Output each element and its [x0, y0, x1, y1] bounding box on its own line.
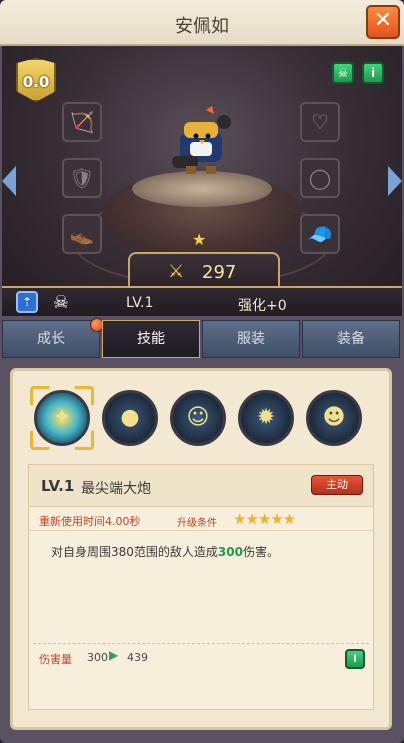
desc-suffix: 伤害。: [242, 545, 279, 559]
skill-list: ✦ ● ☺ ✹ ☻: [22, 386, 382, 450]
cooldown-text: 重新使用时间4.00秒: [39, 515, 141, 528]
skill-description: 对自身周围380范围的敌人造成300伤害。: [51, 543, 279, 560]
desc-prefix: 对自身周围380范围的敌人造成: [51, 545, 218, 559]
hat-slot-icon[interactable]: 🧢: [300, 214, 340, 254]
tab-equipment[interactable]: 装备: [302, 320, 400, 358]
tab-bar: 成长 技能 服装 装备: [2, 318, 402, 360]
combat-power: ⚔ 297: [128, 252, 280, 290]
sword-icon: ⚔: [168, 261, 185, 282]
hero-enhance: 强化+0: [238, 298, 287, 314]
hero-stage: 0.0 ☠ i 🏹 🛡 👞 ♡ ◯ 🧢 ★ ⚔ 297: [2, 46, 402, 316]
pirate-icon: ☠: [52, 292, 70, 313]
close-icon[interactable]: ✕: [366, 5, 400, 39]
skill-cannon-icon[interactable]: ✦: [34, 390, 90, 446]
damage-current: 300: [87, 651, 108, 664]
combat-power-value: 297: [202, 262, 237, 283]
arrow-right-icon: ▶: [109, 648, 119, 662]
next-hero-arrow-icon[interactable]: [388, 166, 402, 196]
damage-label: 伤害量: [39, 653, 72, 666]
divider: [33, 643, 369, 644]
skill-level: LV.1: [41, 477, 75, 495]
class-icon: ⇡: [16, 291, 38, 313]
weapon-slot-icon[interactable]: 🏹: [62, 102, 102, 142]
skill-crew-icon[interactable]: ☺: [170, 390, 226, 446]
level-badge-value: 0.0: [22, 73, 50, 91]
skill-summon-icon[interactable]: ☻: [306, 390, 362, 446]
hero-window: 安佩如 ✕ 0.0 ☠ i 🏹 🛡 👞 ♡ ◯ 🧢 ★ ⚔ 297 ⇡ ☠ LV…: [0, 0, 404, 743]
skill-detail-header: LV.1 最尖端大炮 主动: [29, 465, 373, 507]
armor-slot-icon[interactable]: 🛡: [62, 158, 102, 198]
tab-costume[interactable]: 服装: [202, 320, 300, 358]
skill-bomb-icon[interactable]: ●: [102, 390, 158, 446]
upgrade-condition-label: 升级条件: [177, 518, 217, 529]
skill-fire-icon[interactable]: ✹: [238, 390, 294, 446]
desc-value: 300: [217, 545, 243, 559]
tab-skills[interactable]: 技能: [102, 320, 200, 358]
necklace-slot-icon[interactable]: ♡: [300, 102, 340, 142]
skill-detail-card: LV.1 最尖端大炮 主动 重新使用时间4.00秒 升级条件 ★★★★★ 对自身…: [28, 464, 374, 710]
level-badge: 0.0: [16, 58, 56, 102]
star-icon: ★: [192, 230, 207, 249]
active-skill-badge: 主动: [311, 475, 363, 495]
damage-next: 439: [127, 651, 148, 664]
skill-meta-row: 重新使用时间4.00秒 升级条件 ★★★★★: [29, 509, 373, 531]
skull-icon[interactable]: ☠: [332, 62, 354, 84]
hero-info-bar: ⇡ ☠ LV.1 强化+0: [2, 286, 402, 316]
info-icon[interactable]: i: [345, 649, 365, 669]
hero-sprite: [162, 106, 242, 186]
shoes-slot-icon[interactable]: 👞: [62, 214, 102, 254]
hero-level: LV.1: [126, 295, 154, 311]
skill-name: 最尖端大炮: [81, 481, 151, 497]
upgrade-stars-icon: ★★★★★: [233, 510, 296, 528]
prev-hero-arrow-icon[interactable]: [2, 166, 16, 196]
ring-slot-icon[interactable]: ◯: [300, 158, 340, 198]
tab-growth[interactable]: 成长: [2, 320, 100, 358]
hero-name-title: 安佩如: [175, 16, 229, 37]
info-icon[interactable]: i: [362, 62, 384, 84]
title-bar: 安佩如 ✕: [0, 0, 404, 46]
